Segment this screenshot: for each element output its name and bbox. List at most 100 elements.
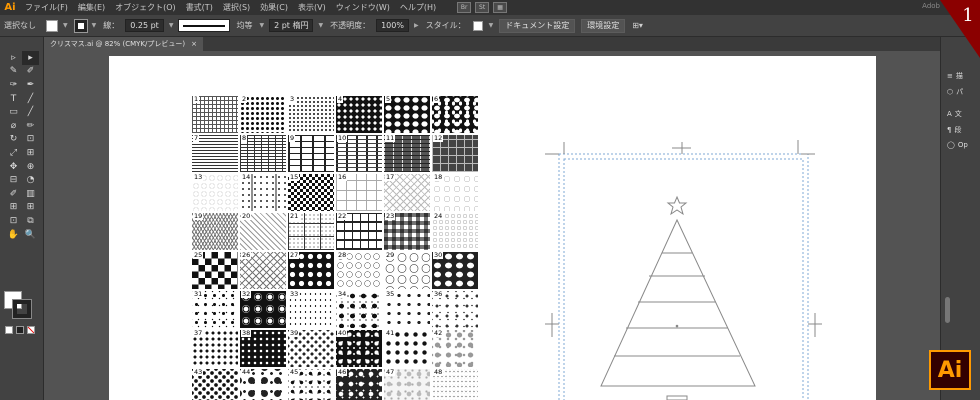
chevron-down-icon[interactable]: ▼: [89, 22, 100, 29]
profile-label: 均等: [236, 21, 253, 30]
document-tab-bar: クリスマス.ai @ 82% (CMYK/プレビュー) ×: [44, 37, 940, 51]
artboard-tool-icon[interactable]: ⊡: [5, 214, 22, 228]
line-tool-icon[interactable]: ╱: [22, 92, 39, 106]
fill-stroke-widget[interactable]: [4, 291, 32, 319]
menu-type[interactable]: 書式(T): [181, 2, 218, 13]
panel-label: 描: [955, 72, 963, 80]
bridge-icon[interactable]: Br: [457, 2, 472, 13]
right-panel-dock: ≡ 描 ⬡ パ A文 ¶ 段 ◯ Op: [940, 37, 980, 400]
stroke-label: 線：: [103, 21, 120, 30]
close-icon[interactable]: ×: [191, 40, 197, 48]
hand-tool-icon[interactable]: ✋: [5, 228, 22, 242]
opacity-field[interactable]: 100%: [376, 19, 409, 32]
appearance-panel-tab[interactable]: ≡ 描: [947, 71, 963, 81]
panel-label: パ: [956, 88, 964, 96]
gradient-mode-icon[interactable]: [16, 326, 24, 334]
column-graph-tool-icon[interactable]: ⊞: [22, 201, 39, 215]
document-tab[interactable]: クリスマス.ai @ 82% (CMYK/プレビュー) ×: [44, 37, 203, 51]
canvas-area[interactable]: 1 2 3 4 5 6 7 8 9 10 11 12 13 14 15 16 1…: [44, 51, 940, 400]
eyedropper-tool-icon[interactable]: ✐: [5, 187, 22, 201]
color-mode-buttons: [5, 326, 35, 334]
stroke-weight-field[interactable]: 0.25 pt: [125, 19, 164, 32]
stroke-swatch[interactable]: [73, 18, 88, 33]
tool-grid: ▹ ▸ ✎ ✐ ✑ ✒ T ╱ ▭ ╱ ⌀ ✏ ↻ ⊡ ⤢ ⊞ ✥ ⊕ ⊟ ◔ …: [5, 51, 39, 241]
graphic-style-swatch[interactable]: [472, 20, 483, 31]
control-bar: 選択なし ▼ ▼ 線： 0.25 pt ▼ 均等 ▼ 2 pt 楕円 ▼ 不透明…: [0, 15, 980, 37]
illustrator-logo-badge: Ai: [929, 350, 971, 390]
stroke-color-box[interactable]: [12, 299, 32, 319]
magic-wand-tool-icon[interactable]: ✎: [5, 65, 22, 79]
rectangle-tool-icon[interactable]: ▭: [5, 105, 22, 119]
workspace-icon[interactable]: ▦: [493, 2, 508, 13]
panel-label: 文: [954, 110, 962, 118]
eraser-tool-icon[interactable]: ✏: [22, 119, 39, 133]
illustrator-window: Ai ファイル(F) 編集(E) オブジェクト(O) 書式(T) 選択(S) 効…: [0, 0, 980, 400]
opentype-panel-tab[interactable]: ◯ Op: [947, 141, 968, 149]
arrange-icon[interactable]: ⊞▾: [628, 21, 647, 30]
perspective-grid-tool-icon[interactable]: ⊕: [22, 160, 39, 174]
chevron-down-icon[interactable]: ▼: [315, 22, 326, 29]
paintbrush-tool-icon[interactable]: ╱: [22, 105, 39, 119]
free-transform-tool-icon[interactable]: ⊞: [22, 146, 39, 160]
chevron-right-icon[interactable]: ▶: [411, 22, 422, 29]
chevron-down-icon[interactable]: ▼: [60, 22, 71, 29]
panel-label: 段: [954, 126, 962, 134]
stock-icon[interactable]: St: [475, 2, 490, 13]
chevron-down-icon[interactable]: ▼: [486, 22, 497, 29]
character-panel-tab[interactable]: A文: [947, 109, 962, 119]
menu-view[interactable]: 表示(V): [293, 2, 331, 13]
selection-tool-icon[interactable]: ▹: [5, 51, 22, 65]
path-panel-tab[interactable]: ⬡ パ: [947, 87, 963, 97]
symbol-sprayer-tool-icon[interactable]: ⊞: [5, 201, 22, 215]
shaper-tool-icon[interactable]: ⌀: [5, 119, 22, 133]
bleed-guides: [558, 153, 809, 400]
selection-status: 選択なし: [4, 21, 36, 30]
opentype-icon: ◯: [947, 141, 955, 149]
direct-selection-tool-icon[interactable]: ▸: [22, 51, 39, 65]
pen-tool-icon[interactable]: ✑: [5, 78, 22, 92]
panel-label: Op: [957, 141, 968, 149]
scale-tool-icon[interactable]: ⊡: [22, 133, 39, 147]
menu-file[interactable]: ファイル(F): [20, 2, 73, 13]
document-setup-button[interactable]: ドキュメント設定: [499, 18, 576, 33]
app-logo: Ai: [4, 2, 16, 13]
color-mode-icon[interactable]: [5, 326, 13, 334]
menu-window[interactable]: ウィンドウ(W): [331, 2, 395, 13]
pathfinder-icon: ⬡: [947, 88, 954, 96]
shape-builder-tool-icon[interactable]: ✥: [5, 160, 22, 174]
type-tool-icon[interactable]: T: [5, 92, 22, 106]
christmas-tree-illustration[interactable]: [109, 56, 876, 400]
menu-effect[interactable]: 効果(C): [255, 2, 293, 13]
rotate-tool-icon[interactable]: ↻: [5, 133, 22, 147]
chevron-down-icon[interactable]: ▼: [166, 22, 177, 29]
crop-marks: [545, 140, 822, 337]
menu-bar: Ai ファイル(F) 編集(E) オブジェクト(O) 書式(T) 選択(S) 効…: [0, 0, 980, 15]
preferences-button[interactable]: 環境設定: [581, 18, 626, 33]
scrollbar-thumb[interactable]: [945, 297, 950, 323]
mesh-tool-icon[interactable]: ⊟: [5, 173, 22, 187]
tools-panel: ▹ ▸ ✎ ✐ ✑ ✒ T ╱ ▭ ╱ ⌀ ✏ ↻ ⊡ ⤢ ⊞ ✥ ⊕ ⊟ ◔ …: [0, 37, 44, 400]
lasso-tool-icon[interactable]: ✐: [22, 65, 39, 79]
brush-definition[interactable]: 2 pt 楕円: [269, 19, 314, 32]
slice-tool-icon[interactable]: ⧉: [22, 214, 39, 228]
paragraph-panel-tab[interactable]: ¶ 段: [947, 125, 961, 135]
gradient-tool-icon[interactable]: ◔: [22, 173, 39, 187]
curvature-tool-icon[interactable]: ✒: [22, 78, 39, 92]
artboard[interactable]: 1 2 3 4 5 6 7 8 9 10 11 12 13 14 15 16 1…: [109, 56, 876, 400]
opacity-label: 不透明度：: [330, 21, 371, 30]
variable-width-profile[interactable]: [178, 19, 231, 32]
style-label: スタイル：: [425, 21, 466, 30]
menu-select[interactable]: 選択(S): [218, 2, 255, 13]
fill-swatch[interactable]: [46, 19, 58, 32]
zoom-tool-icon[interactable]: 🔍: [22, 228, 39, 242]
menu-edit[interactable]: 編集(E): [73, 2, 110, 13]
brush-icon: ≡: [947, 72, 953, 80]
none-mode-icon[interactable]: [27, 326, 35, 334]
tree-shape: [600, 195, 756, 400]
pilcrow-icon: ¶: [947, 126, 952, 134]
menu-help[interactable]: ヘルプ(H): [395, 2, 441, 13]
menu-object[interactable]: オブジェクト(O): [110, 2, 181, 13]
blend-tool-icon[interactable]: ▥: [22, 187, 39, 201]
chevron-down-icon[interactable]: ▼: [256, 22, 267, 29]
width-tool-icon[interactable]: ⤢: [5, 146, 22, 160]
